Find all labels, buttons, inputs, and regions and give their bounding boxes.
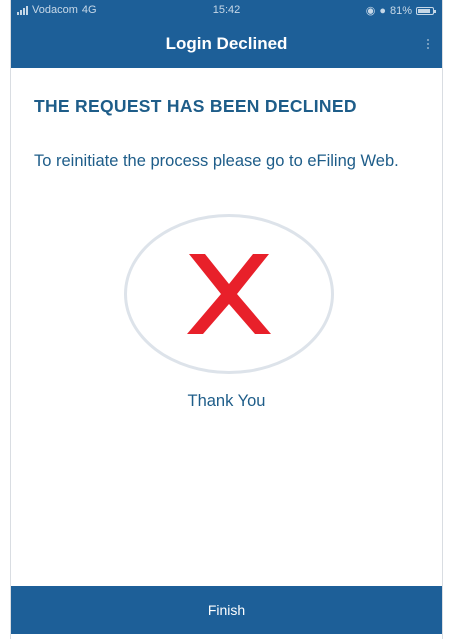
declined-headline: THE REQUEST HAS BEEN DECLINED xyxy=(34,96,357,116)
nav-bar: Login Declined xyxy=(11,20,442,68)
battery-icon xyxy=(416,6,436,15)
app-screen: Vodacom 4G 15:42 ◉ ● 81% Login Declined … xyxy=(10,0,443,639)
declined-x-icon xyxy=(187,254,271,334)
location-icon: ◉ xyxy=(365,5,376,17)
thank-you-text: Thank You xyxy=(187,392,266,410)
finish-button[interactable]: Finish xyxy=(11,586,442,634)
declined-status-circle xyxy=(124,214,334,374)
alarm-icon: ● xyxy=(379,4,386,17)
status-bar: Vodacom 4G 15:42 ◉ ● 81% xyxy=(11,0,442,20)
battery-percent: 81% xyxy=(389,4,412,17)
more-options-icon[interactable] xyxy=(422,32,434,56)
reinitiate-message: To reinitiate the process please go to e… xyxy=(34,152,399,170)
status-right: ◉ ● 81% xyxy=(365,4,436,17)
page-title: Login Declined xyxy=(165,34,288,53)
bottom-strip xyxy=(11,634,442,639)
